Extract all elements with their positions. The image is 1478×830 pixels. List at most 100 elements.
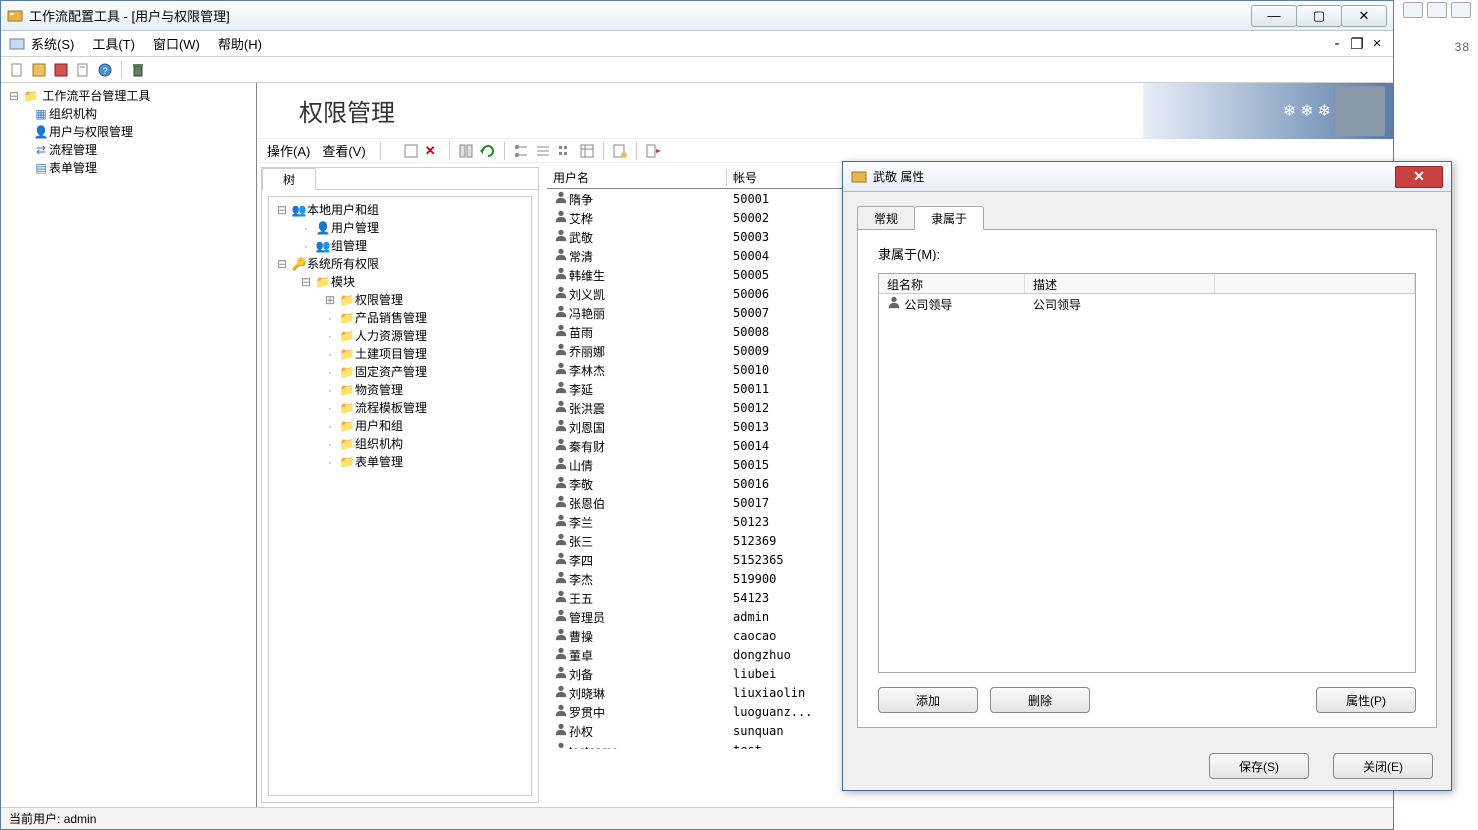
minimize-button[interactable]: — xyxy=(1251,5,1297,27)
user-icon xyxy=(553,228,569,245)
tab-tree[interactable]: 树 xyxy=(262,168,316,190)
svg-text:?: ? xyxy=(102,66,107,76)
menu-tools[interactable]: 工具(T) xyxy=(92,34,135,53)
app-icon xyxy=(7,8,23,24)
main-toolbar: ? xyxy=(1,57,1393,83)
col-group-desc[interactable]: 描述 xyxy=(1025,274,1215,293)
mdi-restore-button[interactable]: ❐ xyxy=(1349,35,1365,53)
perm-tree-module-item[interactable]: ·📁用户和组 xyxy=(321,417,527,435)
left-nav-tree: ⊟📁 工作流平台管理工具 ▦组织机构 👤用户与权限管理 ⇄流程管理 ▤表单管理 xyxy=(1,83,257,807)
people-image xyxy=(1335,86,1385,136)
user-icon xyxy=(553,209,569,226)
tool-icon-3[interactable] xyxy=(53,62,69,78)
perm-tree-module-item[interactable]: ·📁表单管理 xyxy=(321,453,527,471)
refresh-icon[interactable] xyxy=(480,143,496,159)
perm-tree-group-mgmt[interactable]: ·👥组管理 xyxy=(297,237,527,255)
tb-icon-6[interactable] xyxy=(535,143,551,159)
bg-btn-1 xyxy=(1403,2,1423,18)
mdi-controls: - ❐ × xyxy=(1329,35,1385,53)
user-icon xyxy=(553,418,569,435)
title-bar: 工作流配置工具 - [用户与权限管理] — ▢ ✕ xyxy=(1,1,1393,31)
export-icon[interactable] xyxy=(645,143,661,159)
toolbar-separator xyxy=(603,142,604,160)
dialog-close-button[interactable]: ✕ xyxy=(1395,166,1443,188)
menu-bar: 系统(S) 工具(T) 窗口(W) 帮助(H) - ❐ × xyxy=(1,31,1393,57)
add-button[interactable]: 添加 xyxy=(878,687,978,713)
tb-icon-8[interactable] xyxy=(579,143,595,159)
dialog-footer: 保存(S) 关闭(E) xyxy=(843,742,1451,790)
delete-icon[interactable]: ✕ xyxy=(425,143,441,159)
permission-tree-panel: 树 ⊟👥本地用户和组 ·👤用户管理 ·👥组管理 ⊟🔑系统所有权限 xyxy=(261,167,539,803)
mdi-close-button[interactable]: × xyxy=(1369,35,1385,53)
user-icon xyxy=(553,323,569,340)
tool-icon-4[interactable] xyxy=(75,62,91,78)
tree-item-form[interactable]: ▤表单管理 xyxy=(33,159,252,177)
dialog-icon xyxy=(851,169,867,185)
perm-tree-all[interactable]: ⊟🔑系统所有权限 xyxy=(273,255,527,273)
member-of-label: 隶属于(M): xyxy=(878,244,1416,263)
maximize-button[interactable]: ▢ xyxy=(1296,5,1342,27)
new-icon[interactable] xyxy=(9,62,25,78)
perm-tree-module-item[interactable]: ·📁流程模板管理 xyxy=(321,399,527,417)
col-group-name[interactable]: 组名称 xyxy=(879,274,1025,293)
group-list[interactable]: 组名称 描述 公司领导公司领导 xyxy=(878,273,1416,673)
bg-numbers: 38 xyxy=(1396,40,1478,54)
perm-tree-local[interactable]: ⊟👥本地用户和组 xyxy=(273,201,527,219)
perm-tree-module-item[interactable]: ⊞📁权限管理 xyxy=(321,291,527,309)
user-icon xyxy=(553,304,569,321)
properties-button[interactable]: 属性(P) xyxy=(1316,687,1416,713)
sub-menu-view[interactable]: 查看(V) xyxy=(322,141,365,160)
group-row[interactable]: 公司领导公司领导 xyxy=(879,294,1415,314)
status-bar: 当前用户: admin xyxy=(1,807,1393,829)
trash-icon[interactable] xyxy=(130,62,146,78)
mdi-minimize-button[interactable]: - xyxy=(1329,35,1345,53)
user-icon xyxy=(553,608,569,625)
perm-tree-module-item[interactable]: ·📁人力资源管理 xyxy=(321,327,527,345)
user-icon xyxy=(553,247,569,264)
tb-icon-1[interactable] xyxy=(403,143,419,159)
perm-tree-module[interactable]: ⊟📁模块 xyxy=(297,273,527,291)
delete-button[interactable]: 删除 xyxy=(990,687,1090,713)
tree-item-flow[interactable]: ⇄流程管理 xyxy=(33,141,252,159)
perm-tree-module-item[interactable]: ·📁产品销售管理 xyxy=(321,309,527,327)
sub-toolbar: 操作(A) 查看(V) ✕ xyxy=(257,139,1393,163)
sub-menu-action[interactable]: 操作(A) xyxy=(267,141,310,160)
perm-tree-module-item[interactable]: ·📁土建项目管理 xyxy=(321,345,527,363)
menu-system[interactable]: 系统(S) xyxy=(31,34,74,53)
toolbar-separator xyxy=(636,142,637,160)
user-icon xyxy=(553,627,569,644)
tab-general[interactable]: 常规 xyxy=(857,206,915,230)
snowflake-icon: ❄ xyxy=(1283,101,1296,121)
tb-icon-7[interactable] xyxy=(557,143,573,159)
user-icon xyxy=(553,684,569,701)
dialog-title-bar[interactable]: 武敬 属性 ✕ xyxy=(843,162,1451,192)
tb-icon-5[interactable] xyxy=(513,143,529,159)
properties-icon[interactable] xyxy=(612,143,628,159)
toolbar-separator xyxy=(380,142,381,160)
user-icon xyxy=(553,722,569,739)
user-icon xyxy=(553,494,569,511)
perm-tree-module-item[interactable]: ·📁固定资产管理 xyxy=(321,363,527,381)
perm-tree-module-item[interactable]: ·📁组织机构 xyxy=(321,435,527,453)
help-icon[interactable]: ? xyxy=(97,62,113,78)
bg-btn-3 xyxy=(1451,2,1471,18)
menu-help[interactable]: 帮助(H) xyxy=(218,34,262,53)
user-icon xyxy=(553,703,569,720)
user-icon xyxy=(553,551,569,568)
save-button[interactable]: 保存(S) xyxy=(1209,753,1309,779)
close-button[interactable]: 关闭(E) xyxy=(1333,753,1433,779)
perm-tree-module-item[interactable]: ·📁物资管理 xyxy=(321,381,527,399)
tb-icon-3[interactable] xyxy=(458,143,474,159)
menu-window[interactable]: 窗口(W) xyxy=(153,34,200,53)
col-username[interactable]: 用户名 xyxy=(547,169,727,186)
user-icon xyxy=(553,399,569,416)
tree-item-user-perm[interactable]: 👤用户与权限管理 xyxy=(33,123,252,141)
tree-item-org[interactable]: ▦组织机构 xyxy=(33,105,252,123)
user-icon xyxy=(553,665,569,682)
perm-tree-user-mgmt[interactable]: ·👤用户管理 xyxy=(297,219,527,237)
tree-root[interactable]: ⊟📁 工作流平台管理工具 xyxy=(5,87,252,105)
close-button[interactable]: ✕ xyxy=(1341,5,1387,27)
tool-icon-2[interactable] xyxy=(31,62,47,78)
window-controls: — ▢ ✕ xyxy=(1252,5,1387,27)
tab-belongs-to[interactable]: 隶属于 xyxy=(914,206,984,230)
